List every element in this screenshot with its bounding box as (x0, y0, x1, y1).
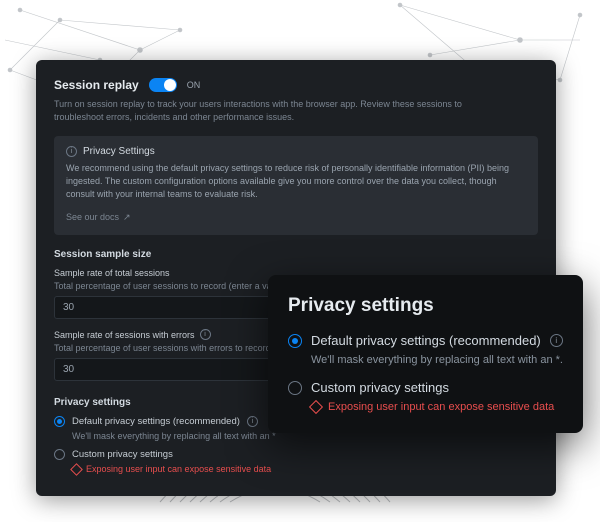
sample-size-heading: Session sample size (54, 249, 538, 260)
radio-unselected-icon (54, 449, 65, 460)
external-link-icon: ↗ (123, 212, 131, 223)
zoom-custom-label: Custom privacy settings (311, 380, 449, 395)
zoom-warning: Exposing user input can expose sensitive… (311, 401, 563, 413)
privacy-custom-label: Custom privacy settings (72, 449, 173, 460)
info-icon (66, 146, 77, 157)
callout-body: We recommend using the default privacy s… (66, 162, 526, 201)
total-sessions-label: Sample rate of total sessions (54, 268, 170, 278)
panel-description: Turn on session replay to track your use… (54, 98, 494, 124)
zoom-title: Privacy settings (288, 295, 563, 317)
radio-selected-icon (54, 416, 65, 427)
session-replay-toggle[interactable] (149, 78, 177, 92)
warning-icon (309, 400, 323, 414)
privacy-callout: Privacy Settings We recommend using the … (54, 136, 538, 235)
zoom-default-radio[interactable]: Default privacy settings (recommended) (288, 333, 563, 348)
zoom-default-label: Default privacy settings (recommended) (311, 333, 541, 348)
toggle-state-label: ON (187, 80, 201, 90)
privacy-zoom-card: Privacy settings Default privacy setting… (268, 275, 583, 433)
docs-link[interactable]: See our docs ↗ (66, 212, 131, 223)
radio-selected-icon (288, 334, 302, 348)
info-icon[interactable] (200, 329, 211, 340)
zoom-default-help: We'll mask everything by replacing all t… (311, 354, 563, 366)
panel-title: Session replay (54, 78, 139, 92)
zoom-custom-radio[interactable]: Custom privacy settings (288, 380, 563, 395)
info-icon[interactable] (550, 334, 563, 347)
privacy-warning: Exposing user input can expose sensitive… (72, 464, 538, 474)
callout-title: Privacy Settings (83, 146, 155, 157)
radio-unselected-icon (288, 381, 302, 395)
info-icon[interactable] (247, 416, 258, 427)
warning-icon (70, 463, 83, 476)
privacy-custom-radio[interactable]: Custom privacy settings (54, 449, 538, 460)
error-sessions-label: Sample rate of sessions with errors (54, 330, 195, 340)
privacy-default-label: Default privacy settings (recommended) (72, 416, 240, 427)
